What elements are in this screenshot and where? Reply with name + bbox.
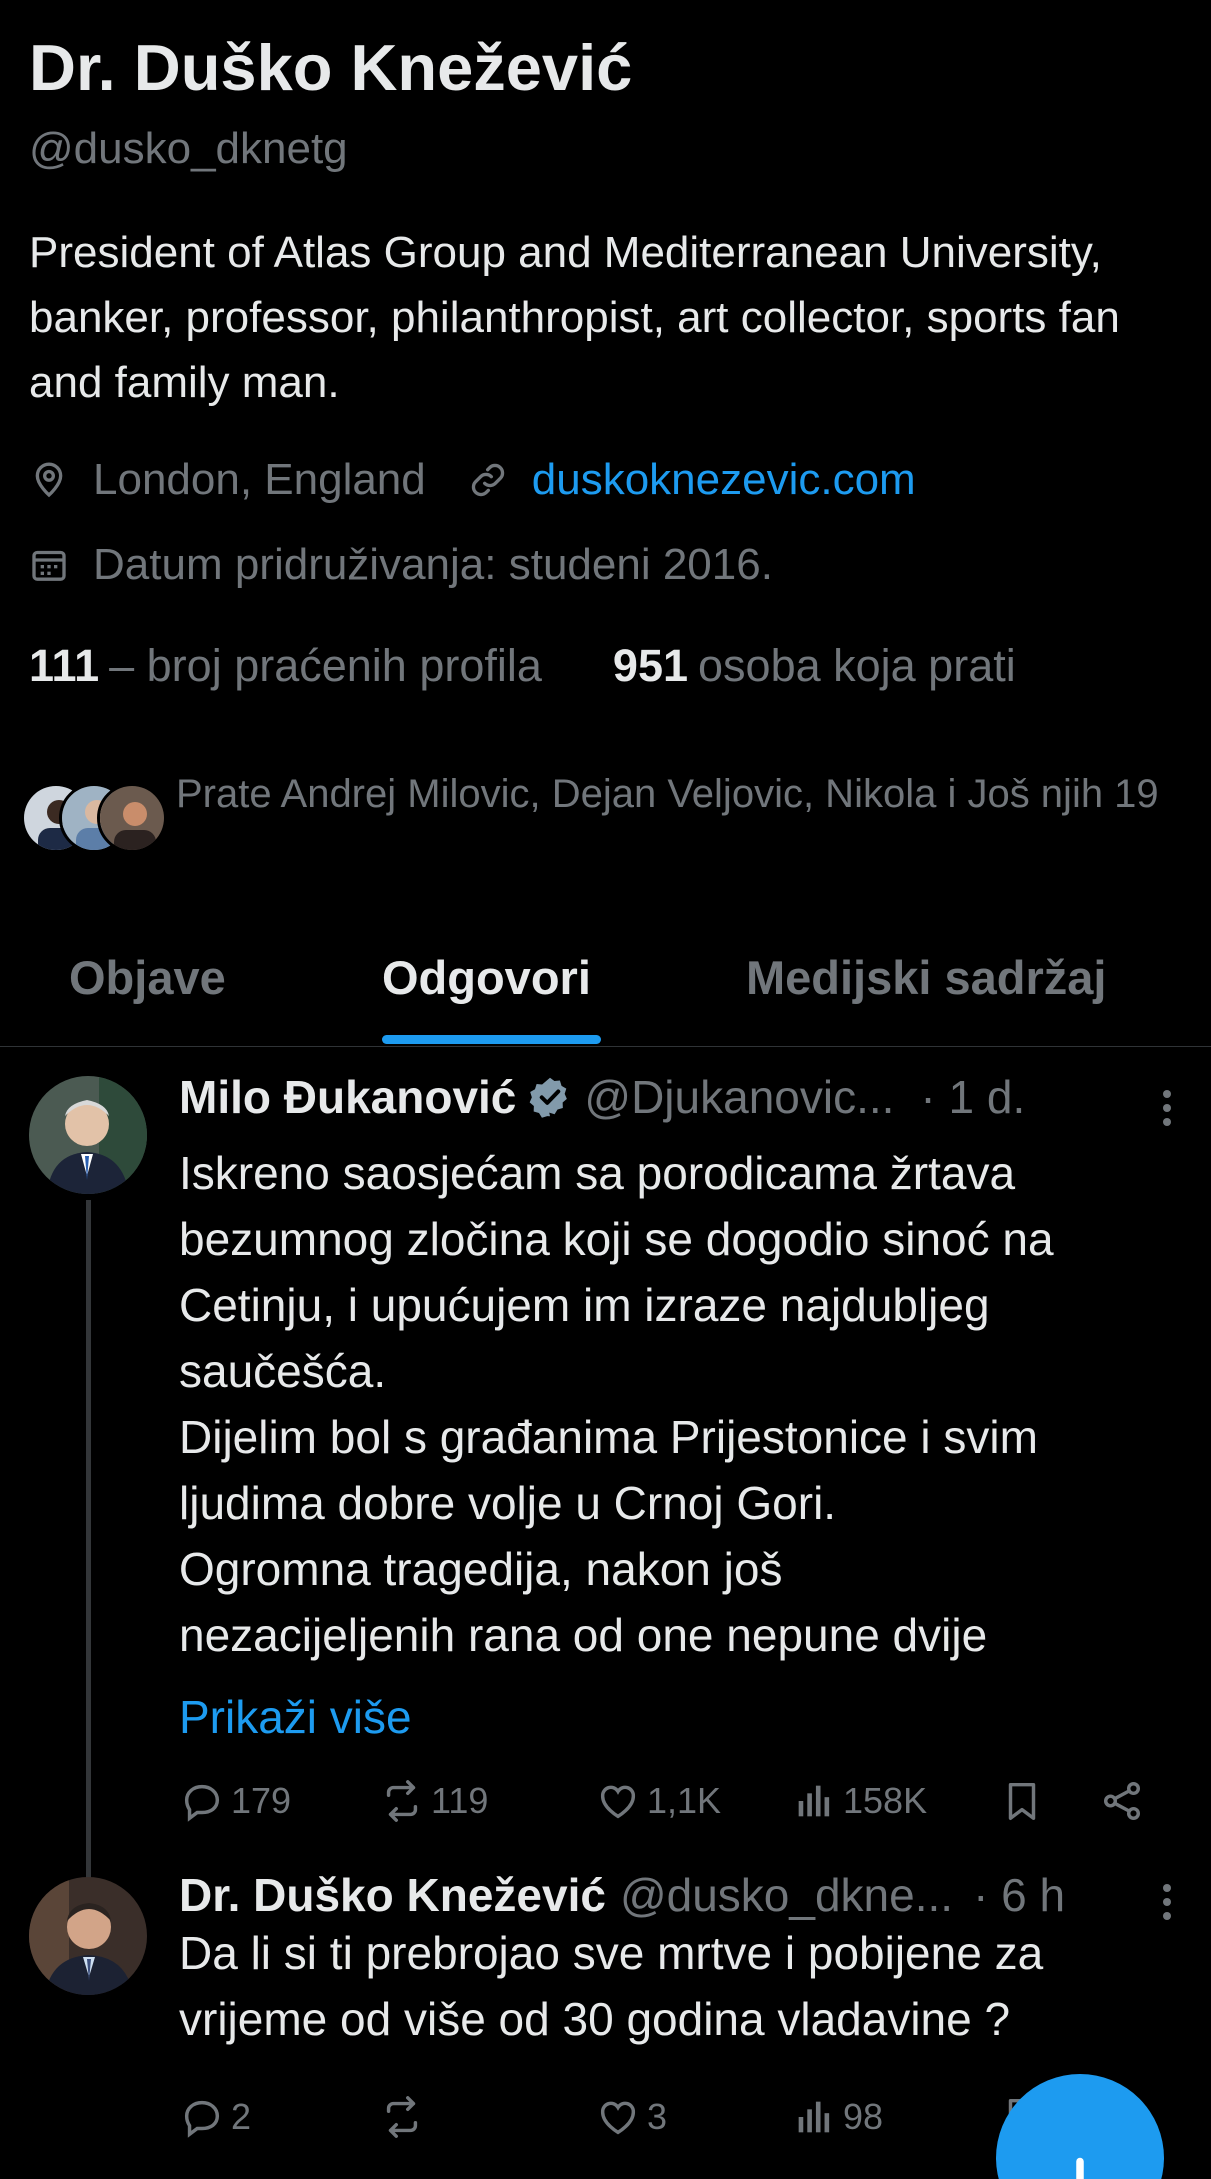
- post-author-handle[interactable]: @Djukanovic...: [584, 1070, 894, 1124]
- post-author-name[interactable]: Milo Đukanović: [179, 1070, 516, 1124]
- post-text-line: ljudima dobre volje u Crnoj Gori.: [179, 1477, 837, 1529]
- post-text: Iskreno saosjećam sa porodicama žrtava b…: [179, 1140, 1179, 1668]
- reply-icon: [184, 1784, 220, 1822]
- share-icon: [1103, 1782, 1141, 1820]
- views-icon: [798, 1785, 830, 1817]
- following-link[interactable]: 111– broj praćenih profila: [29, 640, 554, 691]
- profile-meta-joined-row: Datum pridruživanja: studeni 2016.: [29, 540, 773, 590]
- repost-button[interactable]: 119: [379, 1778, 488, 1824]
- profile-location: London, England: [93, 455, 426, 504]
- tab-medijski-sadrzaj[interactable]: Medijski sadržaj: [746, 950, 1107, 1005]
- calendar-icon: [32, 550, 66, 581]
- repost-icon: [386, 1780, 418, 1822]
- bookmark-icon: [1008, 1782, 1036, 1820]
- like-button[interactable]: 3: [595, 2094, 667, 2140]
- post-text-line: nezacijeljenih rana od one nepune dvije: [179, 1609, 988, 1661]
- like-icon: [600, 2101, 636, 2135]
- followed-by-text: Prate Andrej Milovic, Dejan Veljovic, Ni…: [176, 772, 1159, 816]
- profile-tabs: Objave Odgovori Medijski sadržaj: [0, 930, 1211, 1047]
- following-label: – broj praćenih profila: [109, 640, 542, 691]
- reply-icon: [184, 2100, 220, 2138]
- profile-bio: President of Atlas Group and Mediterrane…: [29, 228, 1120, 407]
- reply-button[interactable]: 2: [179, 2094, 251, 2140]
- post-text: Da li si ti prebrojao sve mrtve i pobije…: [179, 1920, 1179, 2052]
- reply-count: 179: [231, 1780, 292, 1821]
- followers-label: osoba koja prati: [698, 640, 1016, 691]
- profile-display-name: Dr. Duško Knežević: [29, 31, 633, 104]
- repost-button[interactable]: [379, 2094, 431, 2140]
- active-tab-indicator: [382, 1035, 601, 1044]
- post-text-line: bezumnog zločina koji se dogodio sinoć n…: [179, 1213, 1054, 1265]
- post-text-line: Ogromna tragedija, nakon još: [179, 1543, 783, 1595]
- profile-joined-date: Datum pridruživanja: studeni 2016.: [93, 540, 773, 589]
- more-icon[interactable]: [1161, 1880, 1173, 1924]
- repost-count: 119: [431, 1780, 489, 1821]
- location-icon: [35, 462, 63, 498]
- post-actions: 179 119 1,1K 158K: [179, 1778, 1179, 1838]
- post-text-line: Da li si ti prebrojao sve mrtve i pobije…: [179, 1927, 1044, 1979]
- followers-link[interactable]: 951 osoba koja prati: [613, 640, 1016, 691]
- like-count: 1,1K: [647, 1780, 722, 1821]
- followers-you-know[interactable]: Prate Andrej Milovic, Dejan Veljovic, Ni…: [21, 765, 1191, 885]
- views-button[interactable]: 98: [791, 2094, 883, 2140]
- post-text-line: Iskreno saosjećam sa porodicama žrtava: [179, 1147, 1016, 1199]
- views-icon: [798, 2101, 830, 2133]
- like-icon: [600, 1785, 636, 1819]
- avatar[interactable]: [29, 1877, 147, 1995]
- post-timestamp[interactable]: · 6 h: [973, 1868, 1065, 1922]
- profile-meta-location-row: London, England duskoknezevic.com: [29, 455, 916, 505]
- verified-icon: [530, 1077, 568, 1118]
- post-timestamp[interactable]: · 1 d.: [920, 1070, 1025, 1124]
- reply-count: 2: [231, 2096, 252, 2137]
- following-count: 111: [29, 640, 100, 691]
- bookmark-button[interactable]: [999, 1778, 1051, 1824]
- avatar[interactable]: [29, 1076, 147, 1194]
- post-author-handle[interactable]: @dusko_dkne...: [620, 1868, 953, 1922]
- compose-icon: [1076, 2157, 1084, 2179]
- post-text-line: saučešća.: [179, 1345, 387, 1397]
- post-text-line: Dijelim bol s građanima Prijestonice i s…: [179, 1411, 1038, 1463]
- like-count: 3: [647, 2096, 668, 2137]
- post-text-line: Cetinju, i upućujem im izraze najdubljeg: [179, 1279, 990, 1331]
- show-more-link[interactable]: Prikaži više: [179, 1690, 412, 1744]
- avatar: [97, 783, 167, 853]
- more-icon[interactable]: [1161, 1086, 1173, 1130]
- followers-count: 951: [612, 640, 689, 691]
- views-count: 98: [843, 2096, 884, 2137]
- profile-stats: 111– broj praćenih profila 951 osoba koja…: [29, 640, 1016, 692]
- tab-objave[interactable]: Objave: [69, 950, 226, 1005]
- repost-icon: [386, 2096, 418, 2138]
- profile-website-link[interactable]: duskoknezevic.com: [532, 455, 916, 505]
- link-icon: [471, 463, 504, 497]
- tab-odgovori[interactable]: Odgovori: [382, 950, 591, 1005]
- views-button[interactable]: 158K: [791, 1778, 927, 1824]
- post-header: Milo Đukanović @Djukanovic... · 1 d.: [179, 1070, 1025, 1124]
- post-header: Dr. Duško Knežević @dusko_dkne... · 6 h: [179, 1868, 1065, 1922]
- profile-handle: @dusko_dknetg: [29, 124, 348, 173]
- post-original[interactable]: Milo Đukanović @Djukanovic... · 1 d. Isk…: [0, 1048, 1211, 1920]
- thread-line: [86, 1200, 91, 1920]
- views-count: 158K: [843, 1780, 928, 1821]
- post-author-name[interactable]: Dr. Duško Knežević: [179, 1868, 606, 1922]
- share-button[interactable]: [1099, 1778, 1151, 1824]
- reply-button[interactable]: 179: [179, 1778, 291, 1824]
- post-text-line: vrijeme od više od 30 godina vladavine ?: [179, 1993, 1011, 2045]
- like-button[interactable]: 1,1K: [595, 1778, 721, 1824]
